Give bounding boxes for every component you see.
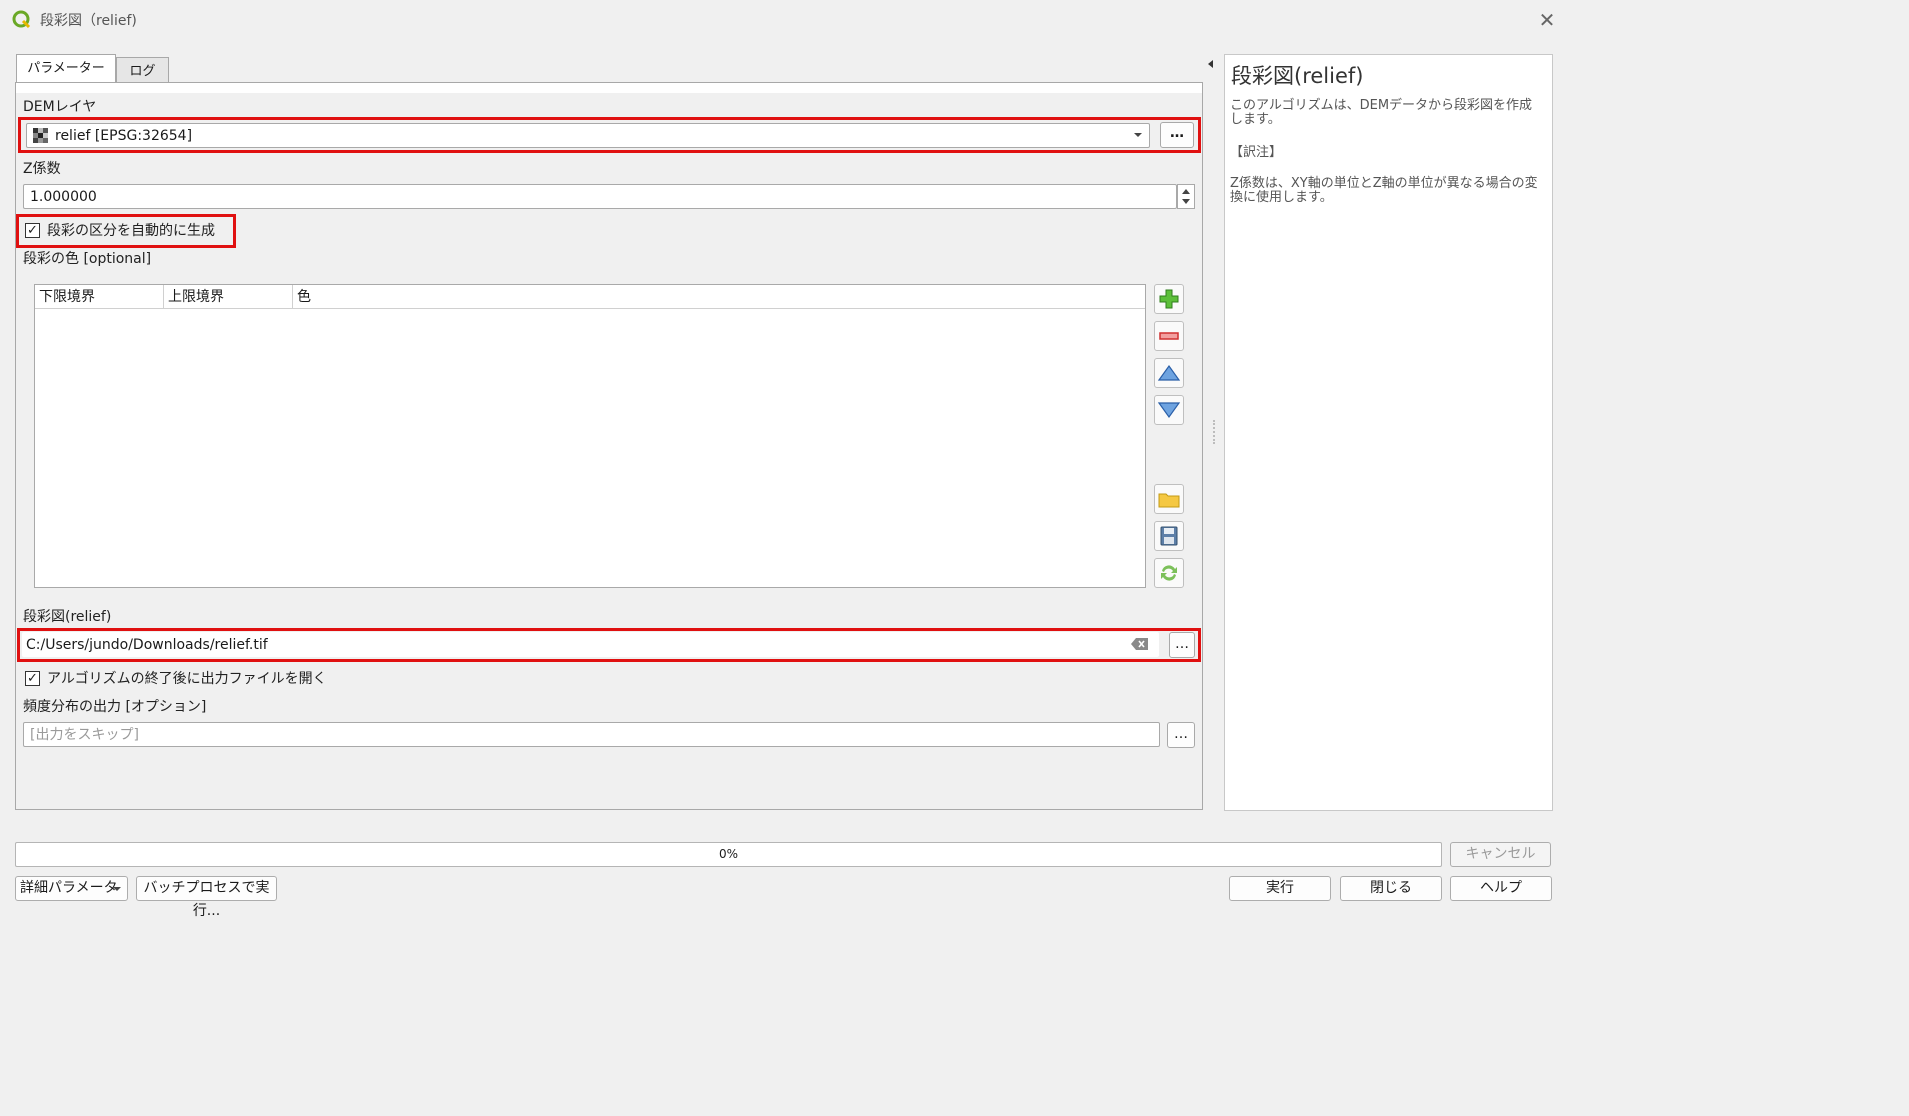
chevron-down-icon[interactable] xyxy=(1131,128,1145,142)
output-path-input[interactable]: C:/Users/jundo/Downloads/relief.tif xyxy=(22,632,1159,657)
dem-layer-value: relief [EPSG:32654] xyxy=(55,128,193,144)
z-factor-value: 1.000000 xyxy=(30,189,97,205)
dem-layer-label: DEMレイヤ xyxy=(23,99,97,115)
folder-icon xyxy=(1158,493,1180,508)
save-icon xyxy=(1160,526,1178,546)
close-window-icon[interactable]: ✕ xyxy=(1533,6,1561,34)
open-file-button[interactable] xyxy=(1154,484,1184,514)
z-factor-spinner[interactable] xyxy=(1177,184,1195,209)
arrow-down-icon xyxy=(1157,402,1181,419)
colors-label: 段彩の色 [optional] xyxy=(23,251,152,267)
output-more-button[interactable]: … xyxy=(1169,632,1195,658)
auto-generate-label: 段彩の区分を自動的に生成 xyxy=(47,223,215,239)
help-note-heading: 【訳注】 xyxy=(1230,145,1283,160)
table-header-lower[interactable]: 下限境界 xyxy=(35,285,164,309)
move-up-button[interactable] xyxy=(1154,358,1184,388)
advanced-parameters-button[interactable]: 詳細パラメータ xyxy=(15,876,128,901)
frequency-more-button[interactable]: … xyxy=(1167,722,1195,748)
save-file-button[interactable] xyxy=(1154,521,1184,551)
splitter-handle[interactable] xyxy=(1213,420,1216,444)
table-header-color[interactable]: 色 xyxy=(293,285,1145,309)
dem-more-button[interactable]: … xyxy=(1160,122,1194,148)
title-bar xyxy=(0,0,1568,40)
plus-icon xyxy=(1159,289,1179,309)
help-button[interactable]: ヘルプ xyxy=(1450,876,1552,901)
frequency-output-placeholder: [出力をスキップ] xyxy=(30,727,139,743)
dem-layer-select[interactable]: relief [EPSG:32654] xyxy=(26,123,1150,148)
arrow-up-icon xyxy=(1157,364,1181,381)
cancel-button[interactable]: キャンセル xyxy=(1450,842,1551,867)
dropdown-arrow-icon xyxy=(113,887,121,891)
output-label: 段彩図(relief) xyxy=(23,609,112,625)
colors-table[interactable]: 下限境界 上限境界 色 xyxy=(34,284,1146,588)
progress-label: 0% xyxy=(718,847,739,861)
help-description: このアルゴリズムは、DEMデータから段彩図を作成します。 xyxy=(1230,98,1533,127)
remove-row-button[interactable] xyxy=(1154,321,1184,351)
minus-icon xyxy=(1159,332,1179,340)
progress-bar: 0% xyxy=(15,842,1442,867)
table-header-upper[interactable]: 上限境界 xyxy=(164,285,293,309)
frequency-output-label: 頻度分布の出力 [オプション] xyxy=(23,699,207,715)
collapse-arrow-icon[interactable] xyxy=(1206,58,1216,68)
z-factor-input[interactable]: 1.000000 xyxy=(23,184,1177,209)
open-after-checkbox[interactable]: ✓ xyxy=(25,671,40,686)
close-button[interactable]: 閉じる xyxy=(1340,876,1442,901)
add-row-button[interactable] xyxy=(1154,284,1184,314)
reload-button[interactable] xyxy=(1154,558,1184,588)
auto-generate-checkbox[interactable]: ✓ xyxy=(25,223,40,238)
help-title: 段彩図(relief) xyxy=(1231,64,1364,88)
run-button[interactable]: 実行 xyxy=(1229,876,1331,901)
open-after-label: アルゴリズムの終了後に出力ファイルを開く xyxy=(47,671,327,687)
help-note: Z係数は、XY軸の単位とZ軸の単位が異なる場合の変換に使用します。 xyxy=(1230,176,1538,205)
output-path-value: C:/Users/jundo/Downloads/relief.tif xyxy=(26,637,268,653)
raster-layer-icon xyxy=(33,128,49,143)
z-factor-label: Z係数 xyxy=(23,161,61,177)
qgis-logo-icon xyxy=(12,10,32,30)
clear-input-icon[interactable] xyxy=(1131,637,1149,651)
frequency-output-input[interactable]: [出力をスキップ] xyxy=(23,722,1160,747)
move-down-button[interactable] xyxy=(1154,395,1184,425)
batch-process-button[interactable]: バッチプロセスで実行... xyxy=(136,876,277,919)
refresh-icon xyxy=(1161,565,1177,581)
advanced-parameters-label: 詳細パラメータ xyxy=(20,880,118,896)
window-title: 段彩図（relief) xyxy=(40,13,137,29)
help-panel xyxy=(1224,54,1553,811)
